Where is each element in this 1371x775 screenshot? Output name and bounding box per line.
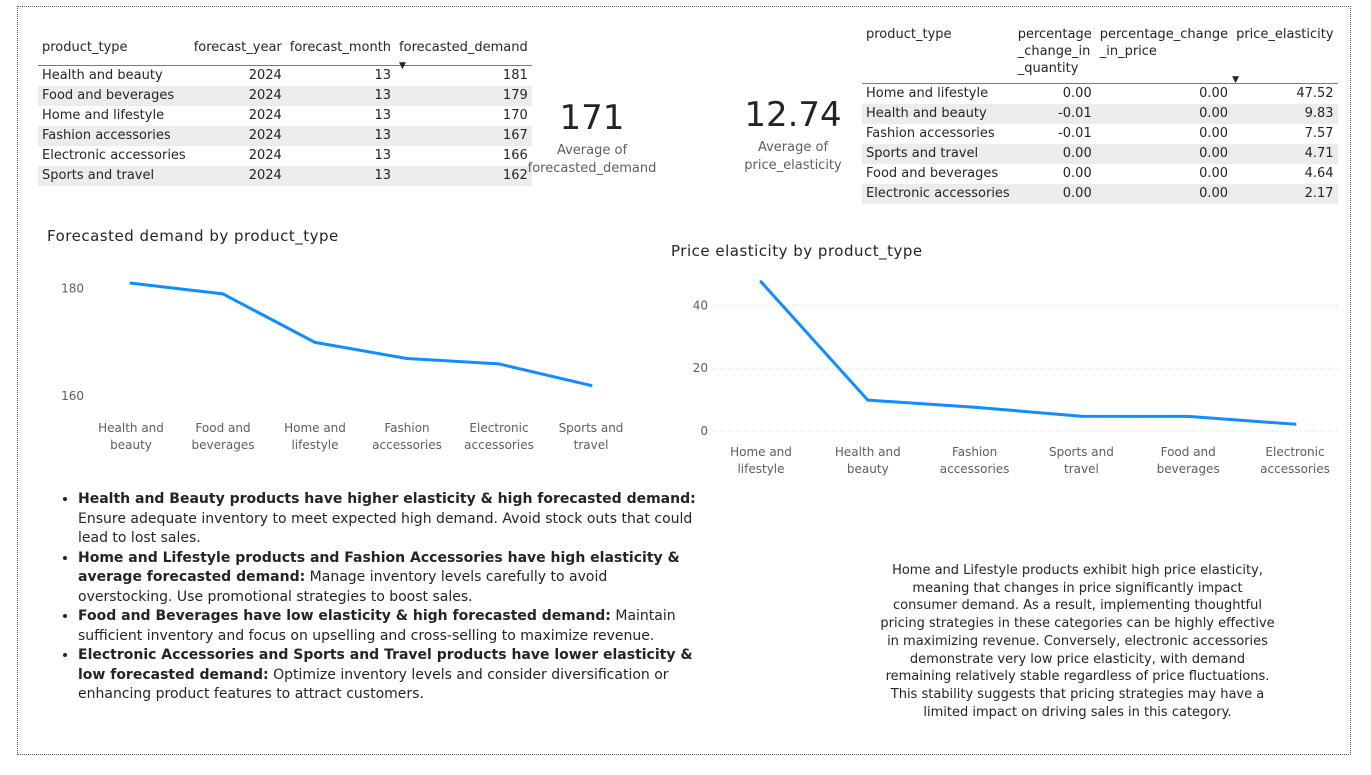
- insights-list: Health and Beauty products have higher e…: [60, 490, 698, 705]
- elasticity-x-tick-label: Sports and travel: [1049, 445, 1114, 476]
- insight-heading: Food and Beverages have low elasticity &…: [78, 608, 611, 624]
- insight-item: Food and Beverages have low elasticity &…: [78, 607, 698, 646]
- elasticity-data-point: [1079, 414, 1083, 418]
- insight-item: Home and Lifestyle products and Fashion …: [78, 549, 698, 608]
- elasticity-x-tick-label: Food and beverages: [1157, 445, 1220, 476]
- demand-data-point: [313, 340, 317, 344]
- elasticity-x-tick-label: Health and beauty: [835, 445, 901, 476]
- demand-data-point: [129, 281, 133, 285]
- elasticity-y-tick-label: 40: [693, 298, 708, 312]
- insight-item: Health and Beauty products have higher e…: [78, 490, 698, 549]
- demand-data-point: [589, 383, 593, 387]
- demand-x-tick-label: Food and beverages: [191, 421, 254, 452]
- demand-series-line: [129, 281, 593, 387]
- demand-x-tick-label: Sports and travel: [559, 421, 624, 452]
- insight-heading: Health and Beauty products have higher e…: [78, 491, 696, 507]
- elasticity-data-point: [1293, 422, 1297, 426]
- demand-data-point: [497, 362, 501, 366]
- demand-y-tick-label: 160: [61, 389, 84, 403]
- elasticity-y-tick-label: 20: [693, 361, 708, 375]
- elasticity-data-point: [973, 405, 977, 409]
- elasticity-data-point: [866, 398, 870, 402]
- demand-data-point: [221, 292, 225, 296]
- demand-x-tick-label: Health and beauty: [98, 421, 164, 452]
- demand-x-tick-label: Electronic accessories: [464, 421, 534, 452]
- elasticity-x-tick-label: Home and lifestyle: [730, 445, 792, 476]
- demand-x-tick-label: Fashion accessories: [372, 421, 442, 452]
- demand-x-tick-label: Home and lifestyle: [284, 421, 346, 452]
- demand-data-point: [405, 357, 409, 361]
- elasticity-series-line: [759, 280, 1297, 426]
- insight-item: Electronic Accessories and Sports and Tr…: [78, 646, 698, 705]
- demand-y-tick-label: 180: [61, 282, 84, 296]
- elasticity-x-tick-label: Fashion accessories: [940, 445, 1010, 476]
- elasticity-x-tick-label: Electronic accessories: [1260, 445, 1330, 476]
- elasticity-data-point: [759, 280, 763, 284]
- elasticity-data-point: [1186, 414, 1190, 418]
- elasticity-y-tick-label: 0: [700, 424, 708, 438]
- elasticity-summary-text: Home and Lifestyle products exhibit high…: [880, 563, 1275, 720]
- insight-text: Ensure adequate inventory to meet expect…: [78, 510, 693, 547]
